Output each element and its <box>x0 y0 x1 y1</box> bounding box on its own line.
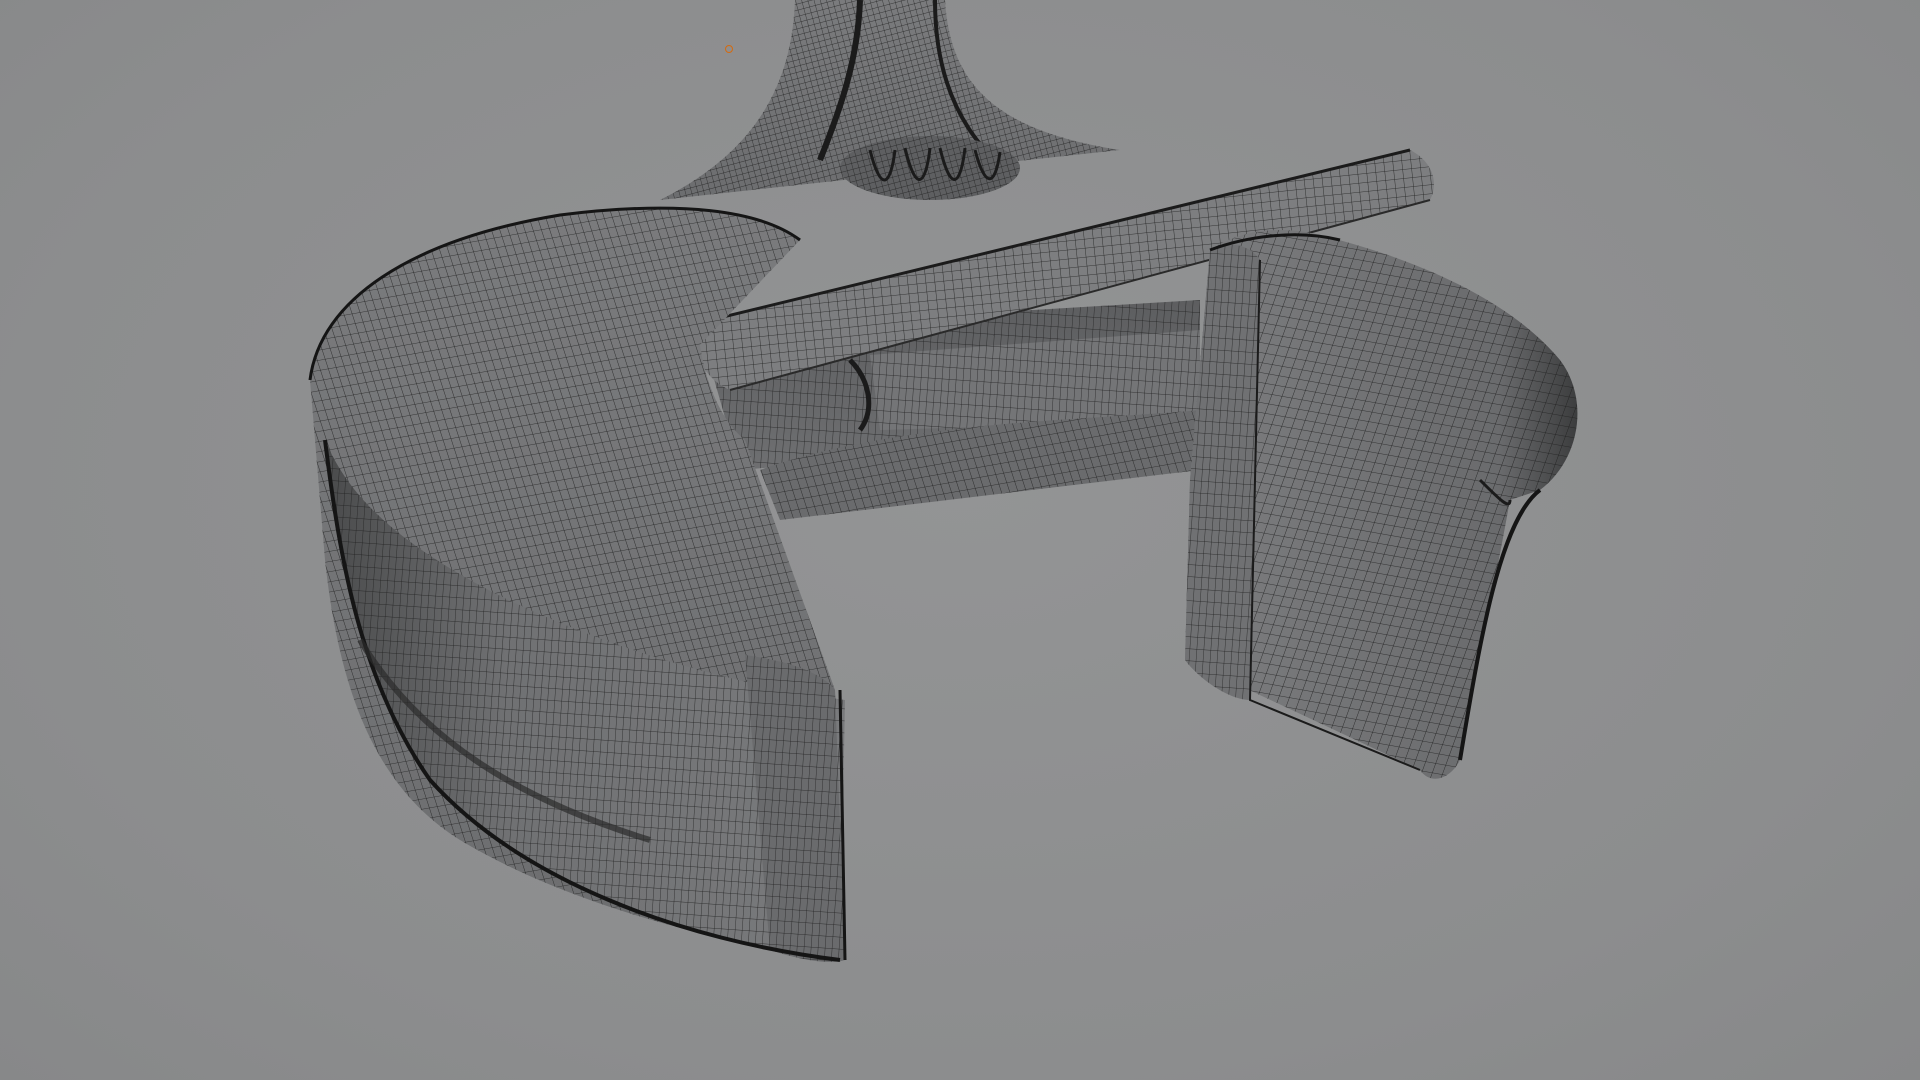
3d-viewport[interactable] <box>0 0 1920 1080</box>
wrench-mesh[interactable] <box>0 0 1920 1080</box>
movable-jaw[interactable] <box>1185 230 1578 779</box>
origin-point-icon <box>725 45 733 53</box>
worm-screw[interactable] <box>840 136 1020 200</box>
